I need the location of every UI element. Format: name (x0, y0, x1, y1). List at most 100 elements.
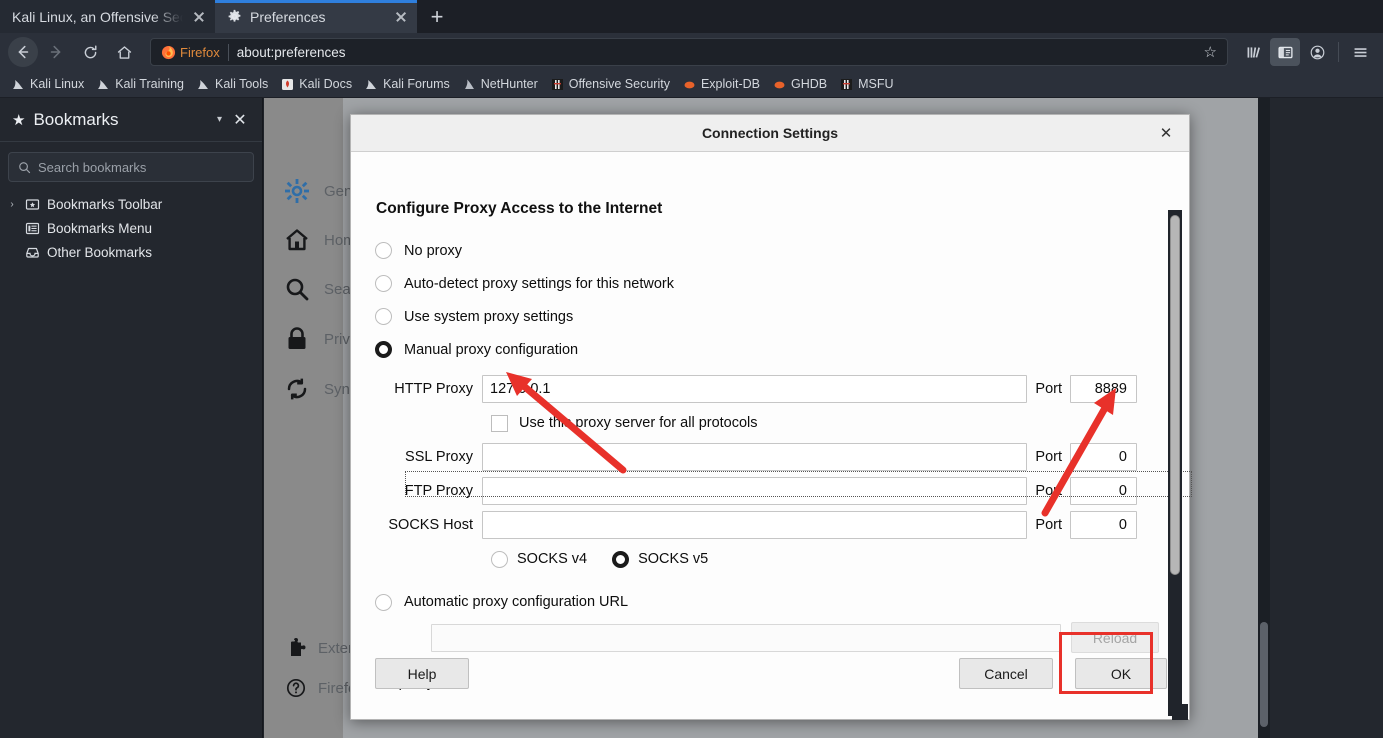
account-icon[interactable] (1302, 38, 1332, 66)
kali-docs-icon (281, 78, 294, 91)
tab-kali-linux[interactable]: Kali Linux, an Offensive Security Projec… (0, 0, 215, 33)
menu-folder-icon (25, 221, 40, 236)
ssl-port-input[interactable]: 0 (1070, 442, 1137, 471)
bookmark-label: Kali Tools (215, 77, 269, 91)
radio-label: Manual proxy configuration (404, 341, 579, 358)
bookmark-kali-docs[interactable]: Kali Docs (275, 75, 358, 93)
bookmark-kali-training[interactable]: Kali Training (91, 75, 190, 93)
page-scrollbar-thumb[interactable] (1260, 622, 1268, 727)
chevron-right-icon[interactable]: › (6, 199, 18, 210)
dialog-scrollbar-thumb[interactable] (1170, 215, 1180, 575)
bookmark-offensive-security[interactable]: Offensive Security (545, 75, 676, 93)
radio-indicator[interactable] (375, 593, 392, 611)
toolbar-separator (1338, 42, 1339, 62)
search-input[interactable]: Search bookmarks (8, 152, 254, 182)
checkbox-indicator[interactable] (491, 414, 508, 432)
sidebar-item-bookmarks-toolbar[interactable]: › Bookmarks Toolbar (0, 192, 262, 216)
reload-button[interactable] (74, 37, 106, 67)
radio-label: Automatic proxy configuration URL (404, 594, 629, 610)
http-proxy-input[interactable]: 127.0.0.1 (482, 374, 1027, 403)
kali-dragon-icon (97, 78, 110, 91)
new-tab-button[interactable]: + (417, 0, 457, 33)
close-icon[interactable]: ✕ (230, 110, 250, 130)
radio-manual-proxy-configuration[interactable]: Manual proxy configuration (375, 333, 1159, 366)
navigation-toolbar: Firefox about:preferences ☆ (0, 33, 1383, 71)
back-button[interactable] (8, 37, 38, 67)
chevron-down-icon[interactable]: ▾ (217, 114, 222, 125)
radio-socks-v5[interactable] (612, 550, 630, 568)
nethunter-icon (463, 78, 476, 91)
puzzle-icon (286, 638, 306, 658)
radio-no-proxy[interactable]: No proxy (375, 234, 1159, 267)
dialog-scrollbar[interactable] (1168, 210, 1182, 716)
pac-url-input[interactable] (431, 623, 1061, 652)
home-button[interactable] (108, 37, 140, 67)
bookmark-kali-forums[interactable]: Kali Forums (359, 75, 456, 93)
msfu-icon (840, 78, 853, 91)
sidebar-title: Bookmarks (33, 109, 119, 129)
sidebar-toggle-icon[interactable] (1270, 38, 1300, 66)
section-heading: Configure Proxy Access to the Internet (376, 200, 663, 217)
sidebar-item-other-bookmarks[interactable]: Other Bookmarks (0, 240, 262, 264)
http-port-input[interactable]: 8889 (1070, 374, 1137, 403)
dialog-resize-corner[interactable] (1172, 704, 1188, 720)
prefs-nav-item-sync[interactable]: Sync (284, 376, 357, 402)
radio-socks-v4[interactable] (491, 550, 508, 568)
lock-icon (284, 326, 310, 352)
offsec-icon (551, 78, 564, 91)
radio-label: Auto-detect proxy settings for this netw… (404, 275, 674, 292)
radio-indicator[interactable] (375, 308, 392, 325)
bookmarks-sidebar: ★ Bookmarks ▾ ✕ Search bookmarks › Bookm… (0, 98, 263, 738)
bookmark-ghdb[interactable]: GHDB (767, 75, 833, 93)
identity-box[interactable]: Firefox (157, 43, 229, 61)
socks-port-input[interactable]: 0 (1070, 510, 1137, 539)
sidebar-item-bookmarks-menu[interactable]: Bookmarks Menu (0, 216, 262, 240)
cancel-button[interactable]: Cancel (959, 658, 1053, 689)
bookmark-label: Kali Docs (299, 77, 353, 91)
url-bar[interactable]: Firefox about:preferences ☆ (150, 38, 1228, 66)
radio-indicator[interactable] (375, 341, 392, 358)
ok-button[interactable]: OK (1075, 658, 1167, 689)
tab-preferences[interactable]: Preferences (215, 0, 417, 33)
dialog-title-bar: Connection Settings ✕ (351, 115, 1189, 152)
library-icon[interactable] (1238, 38, 1268, 66)
menu-icon[interactable] (1345, 38, 1375, 66)
socks-host-label: SOCKS Host (388, 516, 473, 533)
ssl-proxy-input[interactable] (482, 442, 1027, 471)
help-button[interactable]: Help (375, 658, 469, 689)
http-port-label: Port (1035, 380, 1062, 397)
firefox-logo-icon (161, 45, 176, 60)
socks-version-group: SOCKS v4 SOCKS v5 (491, 542, 1159, 576)
bookmark-label: Exploit-DB (700, 77, 760, 91)
radio-auto-detect-proxy[interactable]: Auto-detect proxy settings for this netw… (375, 267, 1159, 300)
radio-automatic-proxy-config-url[interactable]: Automatic proxy configuration URL (375, 585, 1159, 619)
url-input[interactable]: about:preferences (237, 45, 1204, 60)
tab-bar: Kali Linux, an Offensive Security Projec… (0, 0, 1383, 33)
close-icon[interactable] (191, 9, 207, 25)
focus-outline (405, 471, 1192, 497)
bookmark-star-icon[interactable]: ☆ (1204, 43, 1221, 61)
bookmark-kali-linux[interactable]: Kali Linux (6, 75, 90, 93)
bookmark-exploit-db[interactable]: Exploit-DB (677, 75, 766, 93)
close-icon[interactable] (393, 9, 409, 25)
tab-bar-empty-space (457, 0, 1383, 33)
radio-indicator[interactable] (375, 242, 392, 259)
reload-button[interactable]: Reload (1071, 622, 1159, 653)
close-icon[interactable]: ✕ (1157, 124, 1175, 142)
radio-use-system-proxy[interactable]: Use system proxy settings (375, 300, 1159, 333)
question-icon (286, 678, 306, 698)
checkbox-use-proxy-all-protocols[interactable]: Use this proxy server for all protocols (491, 406, 1159, 440)
exploitdb-icon (683, 78, 696, 91)
bookmark-nethunter[interactable]: NetHunter (457, 75, 544, 93)
row-ssl-proxy: SSL Proxy Port 0 (375, 440, 1159, 473)
dialog-footer: Help Cancel OK (375, 632, 1167, 694)
bookmark-msfu[interactable]: MSFU (834, 75, 899, 93)
page-scrollbar[interactable] (1258, 98, 1270, 738)
radio-label: Use system proxy settings (404, 308, 574, 325)
bookmark-kali-tools[interactable]: Kali Tools (191, 75, 274, 93)
forward-button[interactable] (40, 37, 72, 67)
socks-host-input[interactable] (482, 510, 1027, 539)
radio-indicator[interactable] (375, 275, 392, 292)
toolbar-end-buttons (1238, 38, 1375, 66)
bookmarks-toolbar: Kali Linux Kali Training Kali Tools Kali… (0, 71, 1383, 98)
